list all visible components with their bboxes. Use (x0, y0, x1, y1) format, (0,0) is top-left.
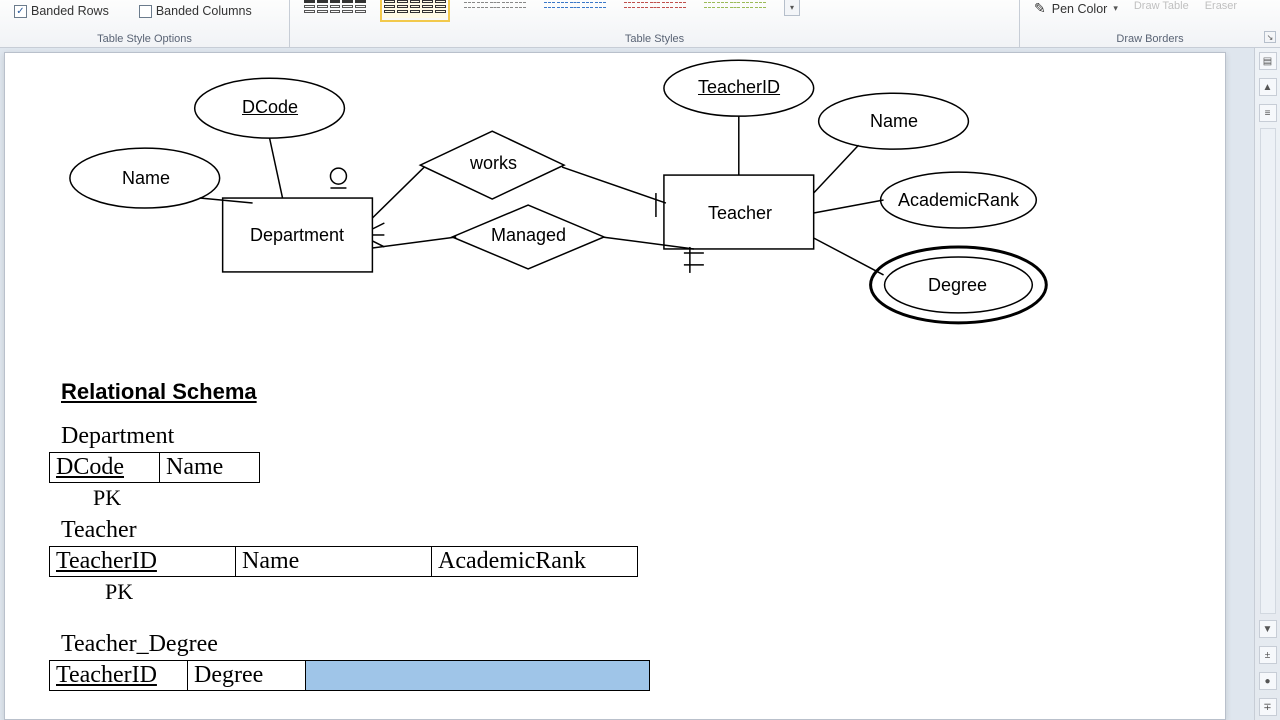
ribbon-group-table-styles: ▾ Table Styles (290, 0, 1020, 47)
table-styles-gallery[interactable]: ▾ (296, 0, 1013, 18)
ruler-toggle-icon[interactable]: ▤ (1259, 52, 1277, 70)
vertical-scrollbar[interactable]: ▤ ▲ ≡ ▼ ± ● ∓ (1254, 48, 1280, 720)
cell[interactable]: AcademicRank (432, 547, 638, 577)
pen-color-button[interactable]: ✎ Pen Color ▾ (1034, 0, 1118, 17)
er-attr-academicrank: AcademicRank (898, 190, 1019, 211)
er-attr-name-dept: Name (122, 168, 170, 189)
pen-icon: ✎ (1034, 0, 1046, 17)
page[interactable]: DCode Name Department works Managed Teac… (4, 52, 1226, 720)
er-attr-degree: Degree (928, 275, 987, 296)
table-style-thumb-selected[interactable] (384, 0, 446, 18)
chevron-down-icon: ▾ (1113, 3, 1118, 14)
draw-table-button[interactable]: Draw Table (1134, 0, 1189, 12)
table-style-thumb[interactable] (544, 0, 606, 18)
label: Pen Color (1052, 2, 1108, 16)
ribbon: ✓ Banded Rows Banded Columns Table Style… (0, 0, 1280, 48)
group-label: Table Style Options (6, 33, 283, 47)
er-rel-works: works (470, 153, 517, 174)
table-teacher-degree[interactable]: TeacherID Degree (49, 660, 650, 691)
pk-label: PK (61, 485, 650, 511)
eraser-button[interactable]: Eraser (1205, 0, 1237, 12)
table-title-department: Department (61, 423, 650, 450)
select-browse-object-icon[interactable]: ● (1259, 672, 1277, 690)
dialog-launcher-button[interactable]: ↘ (1264, 31, 1276, 43)
label: Eraser (1205, 0, 1237, 12)
er-entity-department: Department (250, 225, 344, 246)
table-style-thumb[interactable] (704, 0, 766, 18)
cell[interactable]: Name (236, 547, 432, 577)
cell-selected[interactable] (306, 661, 650, 691)
er-attr-name-t: Name (870, 111, 918, 132)
checkbox-icon (139, 5, 152, 18)
label: Draw Table (1134, 0, 1189, 12)
table-row: TeacherID Degree (50, 661, 650, 691)
er-attr-teacherid: TeacherID (698, 77, 780, 98)
table-teacher[interactable]: TeacherID Name AcademicRank (49, 546, 638, 577)
schema-heading: Relational Schema (61, 379, 650, 405)
banded-rows-checkbox[interactable]: ✓ Banded Rows (14, 4, 109, 18)
cell[interactable]: Degree (188, 661, 306, 691)
group-label: Draw Borders (1026, 33, 1274, 47)
label: Banded Rows (31, 4, 109, 18)
table-title-teacher: Teacher (61, 517, 650, 544)
table-title-teacher-degree: Teacher_Degree (61, 631, 650, 658)
ribbon-group-table-style-options: ✓ Banded Rows Banded Columns Table Style… (0, 0, 290, 47)
scroll-up-icon[interactable]: ▲ (1259, 78, 1277, 96)
table-department[interactable]: DCode Name (49, 452, 260, 483)
er-diagram (5, 53, 1225, 393)
table-style-thumb[interactable] (304, 0, 366, 18)
label: Banded Columns (156, 4, 252, 18)
scrollbar-track[interactable] (1260, 128, 1276, 614)
pk-label: PK (61, 579, 650, 605)
table-style-thumb[interactable] (624, 0, 686, 18)
er-entity-teacher: Teacher (708, 203, 772, 224)
cell[interactable]: TeacherID (50, 661, 188, 691)
cell[interactable]: TeacherID (50, 547, 236, 577)
relational-schema-section: Relational Schema Department DCode Name … (61, 379, 650, 691)
split-view-icon[interactable]: ≡ (1259, 104, 1277, 122)
er-attr-dcode: DCode (242, 97, 298, 118)
cell[interactable]: DCode (50, 453, 160, 483)
cell[interactable]: Name (160, 453, 260, 483)
browse-prev-icon[interactable]: ± (1259, 646, 1277, 664)
browse-next-icon[interactable]: ∓ (1259, 698, 1277, 716)
table-style-thumb[interactable] (464, 0, 526, 18)
er-rel-managed: Managed (491, 225, 566, 246)
gallery-more-button[interactable]: ▾ (784, 0, 800, 16)
ribbon-group-draw-borders: ✎ Pen Color ▾ Draw Table Eraser Draw Bor… (1020, 0, 1280, 47)
checkbox-icon: ✓ (14, 5, 27, 18)
scroll-down-icon[interactable]: ▼ (1259, 620, 1277, 638)
document-area: DCode Name Department works Managed Teac… (0, 48, 1254, 720)
table-row: DCode Name (50, 453, 260, 483)
banded-columns-checkbox[interactable]: Banded Columns (139, 4, 252, 18)
table-row: TeacherID Name AcademicRank (50, 547, 638, 577)
group-label: Table Styles (296, 33, 1013, 47)
